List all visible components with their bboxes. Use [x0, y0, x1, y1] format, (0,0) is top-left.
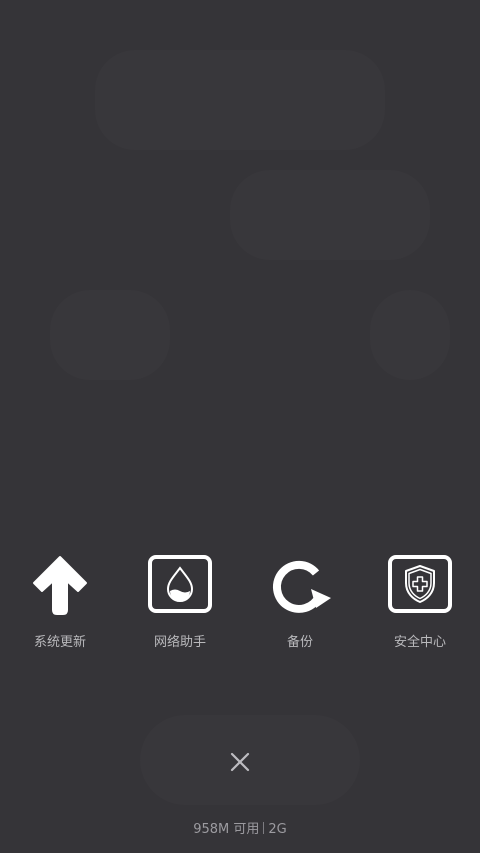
- droplet-icon: [147, 555, 213, 617]
- close-button[interactable]: [225, 747, 255, 777]
- shortcut-label: 系统更新: [33, 635, 86, 650]
- memory-status: 958M 可用 2G: [0, 818, 480, 837]
- memory-total: 2G: [268, 822, 287, 837]
- background-blur-shape: [95, 50, 385, 150]
- memory-available: 958M 可用: [193, 822, 260, 837]
- shortcut-backup[interactable]: 备份: [240, 555, 360, 655]
- shortcut-system-update[interactable]: 系统更新: [0, 555, 120, 655]
- background-blur-shape: [230, 170, 430, 260]
- shortcut-label: 安全中心: [393, 635, 446, 650]
- shortcut-label: 网络助手: [153, 635, 206, 650]
- memory-separator: [263, 822, 265, 834]
- quick-shortcuts: 系统更新 网络助手 备份 安全中心: [0, 555, 480, 655]
- refresh-icon: [267, 555, 333, 617]
- background-blur-shape: [50, 290, 170, 380]
- shield-plus-icon: [387, 555, 453, 617]
- shortcut-security-center[interactable]: 安全中心: [360, 555, 480, 655]
- shortcut-label: 备份: [286, 635, 313, 650]
- close-icon: [230, 752, 250, 772]
- background-blur-shape: [370, 290, 450, 380]
- arrow-up-icon: [27, 555, 93, 617]
- shortcut-network-assistant[interactable]: 网络助手: [120, 555, 240, 655]
